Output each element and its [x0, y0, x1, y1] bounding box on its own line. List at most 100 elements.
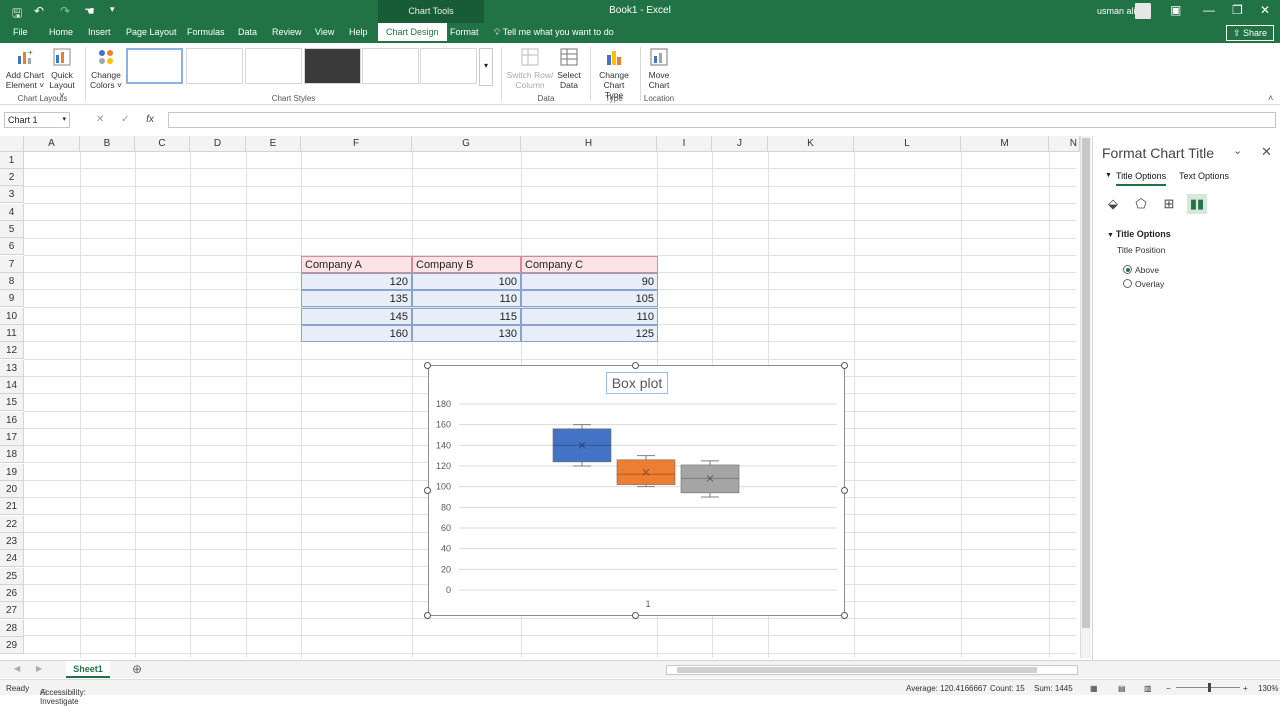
save-icon[interactable]: 🖫: [12, 4, 22, 25]
row-header[interactable]: 8: [0, 273, 24, 290]
resize-handle[interactable]: [841, 487, 848, 494]
fill-line-icon[interactable]: ⬙: [1103, 194, 1123, 214]
share-button[interactable]: ⇪ Share: [1226, 25, 1274, 41]
close-icon[interactable]: ✕: [1261, 144, 1272, 160]
column-header[interactable]: C: [135, 136, 190, 152]
row-header[interactable]: 3: [0, 186, 24, 203]
zoom-level[interactable]: 130%: [1258, 684, 1278, 693]
tab-help[interactable]: Help: [349, 27, 368, 37]
scroll-right-icon[interactable]: ▶: [36, 664, 42, 673]
tab-review[interactable]: Review: [272, 27, 302, 37]
insert-function-icon[interactable]: fx: [146, 114, 154, 125]
row-header[interactable]: 26: [0, 585, 24, 602]
restore-icon[interactable]: ❐: [1232, 3, 1243, 17]
row-header[interactable]: 24: [0, 550, 24, 567]
column-header[interactable]: F: [301, 136, 412, 152]
row-header[interactable]: 1: [0, 152, 24, 169]
formula-input[interactable]: [168, 112, 1276, 128]
resize-handle[interactable]: [424, 487, 431, 494]
table-cell[interactable]: 90: [521, 273, 658, 290]
minimize-icon[interactable]: —: [1203, 3, 1215, 17]
row-header[interactable]: 18: [0, 446, 24, 463]
zoom-in-icon[interactable]: +: [1243, 684, 1248, 693]
tab-insert[interactable]: Insert: [88, 27, 111, 37]
chart-options-icon[interactable]: ▮▮: [1187, 194, 1207, 214]
table-cell[interactable]: 135: [301, 290, 412, 307]
resize-handle[interactable]: [632, 362, 639, 369]
select-data-button[interactable]: Select Data: [555, 47, 583, 90]
avatar[interactable]: [1135, 3, 1151, 19]
column-header[interactable]: G: [412, 136, 521, 152]
tab-chart-design[interactable]: Chart Design: [378, 23, 447, 43]
column-header[interactable]: K: [768, 136, 854, 152]
chart-style-4[interactable]: [304, 48, 361, 84]
radio-overlay[interactable]: [1123, 279, 1132, 288]
user-name[interactable]: usman ali: [1097, 6, 1136, 16]
row-header[interactable]: 2: [0, 169, 24, 186]
enter-icon[interactable]: ✓: [121, 114, 129, 125]
radio-above[interactable]: [1123, 265, 1132, 274]
tell-me-search[interactable]: 💡︎ Tell me what you want to do: [494, 27, 614, 38]
resize-handle[interactable]: [632, 612, 639, 619]
row-header[interactable]: 23: [0, 533, 24, 550]
resize-handle[interactable]: [841, 362, 848, 369]
column-header[interactable]: L: [854, 136, 961, 152]
row-header[interactable]: 19: [0, 464, 24, 481]
table-header-cell[interactable]: Company B: [412, 256, 521, 273]
page-break-view-icon[interactable]: ▥: [1144, 684, 1152, 693]
scroll-thumb[interactable]: [677, 667, 1037, 673]
row-header[interactable]: 13: [0, 360, 24, 377]
cancel-icon[interactable]: ✕: [96, 114, 104, 125]
row-header[interactable]: 14: [0, 377, 24, 394]
tab-formulas[interactable]: Formulas: [187, 27, 225, 37]
tab-file[interactable]: File: [13, 27, 28, 37]
column-header[interactable]: A: [24, 136, 80, 152]
chart-style-1[interactable]: [126, 48, 183, 84]
box-plot-chart[interactable]: 0 20 40 60 80 100 120 140 160 180 1: [429, 366, 846, 617]
select-all-corner[interactable]: [0, 136, 24, 152]
column-header[interactable]: E: [246, 136, 301, 152]
chart-style-5[interactable]: [362, 48, 419, 84]
column-header[interactable]: I: [657, 136, 712, 152]
chevron-down-icon[interactable]: ⌄: [1233, 144, 1242, 157]
row-header[interactable]: 11: [0, 325, 24, 342]
chart-style-3[interactable]: [245, 48, 302, 84]
row-header[interactable]: 7: [0, 256, 24, 273]
table-cell[interactable]: 115: [412, 308, 521, 325]
tab-home[interactable]: Home: [49, 27, 73, 37]
radio-overlay-label[interactable]: Overlay: [1135, 279, 1164, 289]
tab-format[interactable]: Format: [450, 27, 479, 37]
row-header[interactable]: 6: [0, 238, 24, 255]
chart-object[interactable]: Box plot 0 20 40 60 80 100 120 140 160 180 1: [428, 365, 845, 616]
table-header-cell[interactable]: Company C: [521, 256, 658, 273]
effects-icon[interactable]: ⬠: [1131, 194, 1151, 214]
scroll-left-icon[interactable]: ◀: [14, 664, 20, 673]
column-header[interactable]: H: [521, 136, 657, 152]
table-cell[interactable]: 145: [301, 308, 412, 325]
redo-icon[interactable]: ↷: [60, 4, 70, 18]
normal-view-icon[interactable]: ▦: [1090, 684, 1098, 693]
undo-icon[interactable]: ↶: [34, 4, 44, 18]
zoom-slider-thumb[interactable]: [1208, 683, 1211, 692]
row-header[interactable]: 21: [0, 498, 24, 515]
table-cell[interactable]: 105: [521, 290, 658, 307]
table-cell[interactable]: 110: [412, 290, 521, 307]
radio-above-label[interactable]: Above: [1135, 265, 1159, 275]
collapse-ribbon-icon[interactable]: ˄: [1268, 93, 1273, 103]
row-header[interactable]: 12: [0, 342, 24, 359]
table-header-cell[interactable]: Company A: [301, 256, 412, 273]
zoom-out-icon[interactable]: −: [1166, 684, 1171, 693]
resize-handle[interactable]: [841, 612, 848, 619]
table-cell[interactable]: 110: [521, 308, 658, 325]
change-chart-type-button[interactable]: Change Chart Type: [594, 47, 634, 100]
horizontal-scrollbar[interactable]: [666, 665, 1078, 675]
chart-style-6[interactable]: [420, 48, 477, 84]
row-header[interactable]: 4: [0, 204, 24, 221]
name-box[interactable]: Chart 1 ▾: [4, 112, 70, 128]
chart-style-2[interactable]: [186, 48, 243, 84]
column-header[interactable]: D: [190, 136, 246, 152]
row-header[interactable]: 17: [0, 429, 24, 446]
touch-mode-icon[interactable]: ☚: [84, 4, 95, 18]
customize-qat-icon[interactable]: ▾: [110, 4, 115, 15]
table-cell[interactable]: 125: [521, 325, 658, 342]
